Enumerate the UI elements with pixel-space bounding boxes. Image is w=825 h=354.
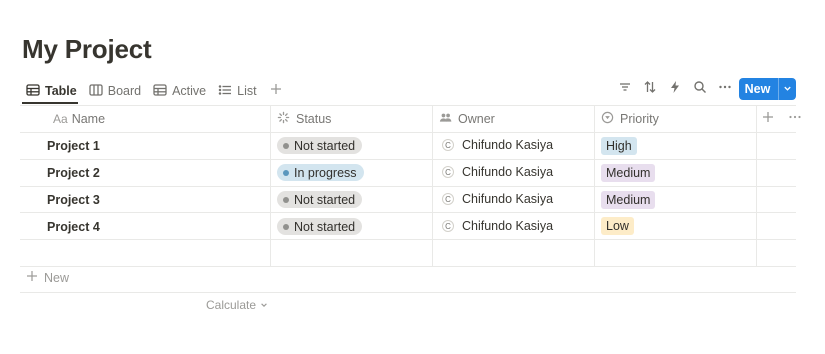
tab-label: List xyxy=(237,84,257,98)
column-header-priority[interactable]: Priority xyxy=(601,106,659,132)
list-icon xyxy=(218,83,232,100)
row-divider xyxy=(20,266,796,267)
owner-cell[interactable]: C Chifundo Kasiya xyxy=(442,219,553,233)
search-icon xyxy=(693,80,707,99)
column-divider xyxy=(270,106,271,266)
row-divider xyxy=(20,212,796,213)
active-tab-indicator xyxy=(22,102,78,104)
plus-icon xyxy=(269,82,283,101)
status-dot xyxy=(283,142,289,149)
add-row-label: New xyxy=(44,270,70,285)
status-dot xyxy=(283,223,289,230)
add-property-button[interactable] xyxy=(758,109,778,129)
status-badge[interactable]: Not started xyxy=(277,191,363,208)
avatar: C xyxy=(442,166,454,178)
more-icon xyxy=(788,110,802,129)
priority-tag[interactable]: Medium xyxy=(601,191,656,209)
calculate-label: Calculate xyxy=(206,298,257,312)
status-badge[interactable]: Not started xyxy=(277,218,363,235)
chevron-down-icon xyxy=(783,82,792,96)
tab-label: Board xyxy=(107,84,142,98)
status-badge[interactable]: Not started xyxy=(277,137,363,154)
toolbar xyxy=(614,78,735,100)
avatar: C xyxy=(442,220,454,232)
tab-table[interactable]: Table xyxy=(20,78,83,104)
priority-tag[interactable]: Low xyxy=(601,217,634,235)
calculate-button[interactable]: Calculate xyxy=(206,298,268,312)
chevron-down-icon xyxy=(260,298,268,312)
row-divider xyxy=(20,159,796,160)
tab-board[interactable]: Board xyxy=(83,78,147,104)
owner-name: Chifundo Kasiya xyxy=(462,138,554,152)
priority-tag[interactable]: High xyxy=(601,137,637,155)
owner-name: Chifundo Kasiya xyxy=(462,192,554,206)
row-name-cell[interactable]: Project 1 xyxy=(47,139,100,153)
tab-active[interactable]: Active xyxy=(147,78,212,104)
board-icon xyxy=(89,83,103,100)
row-name-cell[interactable]: Project 3 xyxy=(47,193,100,207)
select-circle-icon xyxy=(601,111,614,127)
row-divider xyxy=(20,186,796,187)
status-dot xyxy=(283,169,289,176)
status-dot xyxy=(283,196,289,203)
column-header-name[interactable]: Aa Name xyxy=(53,106,105,132)
column-more-button[interactable] xyxy=(785,109,805,129)
filter-button[interactable] xyxy=(614,78,635,100)
new-button[interactable]: New xyxy=(739,78,796,100)
plus-icon xyxy=(26,270,38,285)
more-icon xyxy=(718,80,732,99)
table-top-border xyxy=(20,105,796,106)
page-title: My Project xyxy=(22,34,152,64)
more-options-button[interactable] xyxy=(714,78,735,100)
status-spinner-icon xyxy=(277,111,290,127)
status-badge[interactable]: In progress xyxy=(277,164,364,181)
automation-button[interactable] xyxy=(664,78,685,100)
column-divider xyxy=(756,106,757,266)
plus-icon xyxy=(761,110,775,129)
row-name-cell[interactable]: Project 4 xyxy=(47,220,100,234)
tab-label: Table xyxy=(45,84,77,98)
lightning-icon xyxy=(668,80,682,99)
column-header-owner[interactable]: Owner xyxy=(439,106,495,132)
text-aa-icon: Aa xyxy=(53,112,68,126)
owner-cell[interactable]: C Chifundo Kasiya xyxy=(442,165,553,179)
table-icon xyxy=(26,83,40,100)
people-icon xyxy=(439,111,452,127)
add-row-button[interactable]: New xyxy=(26,270,69,285)
avatar: C xyxy=(442,139,454,151)
view-tabs: Table Board Active List xyxy=(20,78,287,104)
tab-label: Active xyxy=(172,84,207,98)
sort-icon xyxy=(643,80,657,99)
row-divider xyxy=(20,239,796,240)
sort-button[interactable] xyxy=(639,78,660,100)
owner-name: Chifundo Kasiya xyxy=(462,165,554,179)
tab-list[interactable]: List xyxy=(212,78,262,104)
add-view-button[interactable] xyxy=(265,80,287,102)
table-bottom-border xyxy=(20,292,796,293)
new-dropdown-toggle[interactable] xyxy=(778,78,796,100)
filter-icon xyxy=(618,80,632,99)
owner-name: Chifundo Kasiya xyxy=(462,219,554,233)
table-icon xyxy=(153,83,167,100)
owner-cell[interactable]: C Chifundo Kasiya xyxy=(442,138,553,152)
search-button[interactable] xyxy=(689,78,710,100)
avatar: C xyxy=(442,193,454,205)
column-divider xyxy=(432,106,433,266)
column-divider xyxy=(594,106,595,266)
priority-tag[interactable]: Medium xyxy=(601,164,656,182)
column-header-status[interactable]: Status xyxy=(277,106,331,132)
owner-cell[interactable]: C Chifundo Kasiya xyxy=(442,192,553,206)
row-divider xyxy=(20,132,796,133)
row-name-cell[interactable]: Project 2 xyxy=(47,166,100,180)
new-button-label[interactable]: New xyxy=(739,78,778,100)
